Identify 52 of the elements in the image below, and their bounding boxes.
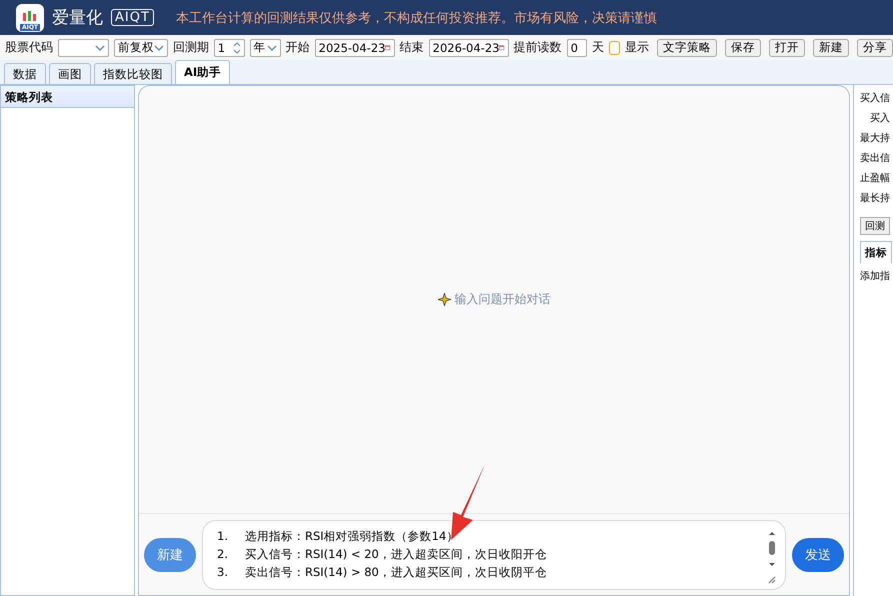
message-field[interactable]: 1. 选用指标：RSI相对强弱指数（参数14） 2. 买入信号：RSI(14) < 20，进入超卖区间，次日收阳开仓 3. 卖出信号：RSI(14) > 80，进入超买区间，次日收阴平仓	[202, 520, 786, 590]
toolbar-button[interactable]: 打开	[769, 38, 806, 56]
tab[interactable]: 数据	[4, 63, 46, 84]
add-indicator-label: 添加指	[860, 270, 891, 283]
empty-chat-hint: 输入问题开始对话	[454, 291, 550, 308]
settings-label: 卖出信	[860, 152, 891, 165]
tab[interactable]: 指标	[860, 241, 892, 263]
settings-label: 最大持	[860, 132, 891, 145]
backtest-button[interactable]: 回测	[860, 217, 890, 235]
preread-field[interactable]: 0	[566, 38, 587, 56]
toolbar-button[interactable]: 文字策略	[657, 38, 718, 56]
settings-label: 止盈幅	[860, 172, 891, 185]
spinner-arrows-icon[interactable]	[232, 40, 241, 54]
caret-icon[interactable]	[94, 44, 105, 50]
start-date-field[interactable]: 2025-04-23	[314, 38, 395, 56]
days-label: 天	[592, 39, 604, 56]
candlestick-icon	[21, 10, 39, 24]
preread-label: 提前读数	[514, 39, 562, 56]
disclaimer-text: 本工作台计算的回测结果仅供参考，不构成任何投资推荐。市场有风险，决策请谨慎	[176, 10, 657, 26]
brand-badge: AIQT	[111, 9, 154, 26]
brand-name: 爱量化	[52, 7, 103, 29]
list-number: 3.	[217, 564, 229, 580]
sidebar-title: 策略列表	[1, 86, 134, 108]
period-spinner[interactable]: 1	[214, 38, 245, 56]
settings-label: 买入信	[860, 92, 891, 105]
tab[interactable]: AI助手	[175, 60, 230, 84]
caret-icon[interactable]	[266, 44, 277, 50]
settings-label: 买入	[869, 112, 891, 125]
adjust-select[interactable]: 前复权	[114, 38, 168, 56]
show-label: 显示	[625, 39, 650, 56]
message-line: 选用指标：RSI相对强弱指数（参数14）	[245, 528, 458, 544]
show-checkbox[interactable]	[608, 40, 620, 54]
tab[interactable]: 指数比较图	[94, 63, 172, 84]
period-label: 回测期	[172, 39, 209, 56]
toolbar-button[interactable]: 新建	[813, 38, 850, 56]
period-unit-select[interactable]: 年	[250, 38, 281, 56]
list-number: 1.	[217, 528, 229, 544]
list-number: 2.	[217, 546, 229, 562]
settings-label: 最长持	[860, 192, 891, 205]
send-button[interactable]: 发送	[792, 538, 844, 572]
tab[interactable]: 画图	[49, 63, 91, 84]
stock-code-select[interactable]	[58, 38, 109, 56]
caret-icon[interactable]	[154, 44, 164, 50]
message-line: 买入信号：RSI(14) < 20，进入超卖区间，次日收阳开仓	[245, 546, 547, 562]
end-date-field[interactable]: 2026-04-23	[428, 38, 509, 56]
stock-code-label: 股票代码	[5, 39, 53, 56]
start-label: 开始	[286, 39, 310, 56]
toolbar-button[interactable]: 分享	[857, 38, 893, 56]
toolbar-button[interactable]: 保存	[725, 38, 762, 56]
message-line: 卖出信号：RSI(14) > 80，进入超买区间，次日收阴平仓	[245, 564, 547, 580]
sparkle-icon	[438, 293, 450, 306]
end-label: 结束	[400, 39, 424, 56]
